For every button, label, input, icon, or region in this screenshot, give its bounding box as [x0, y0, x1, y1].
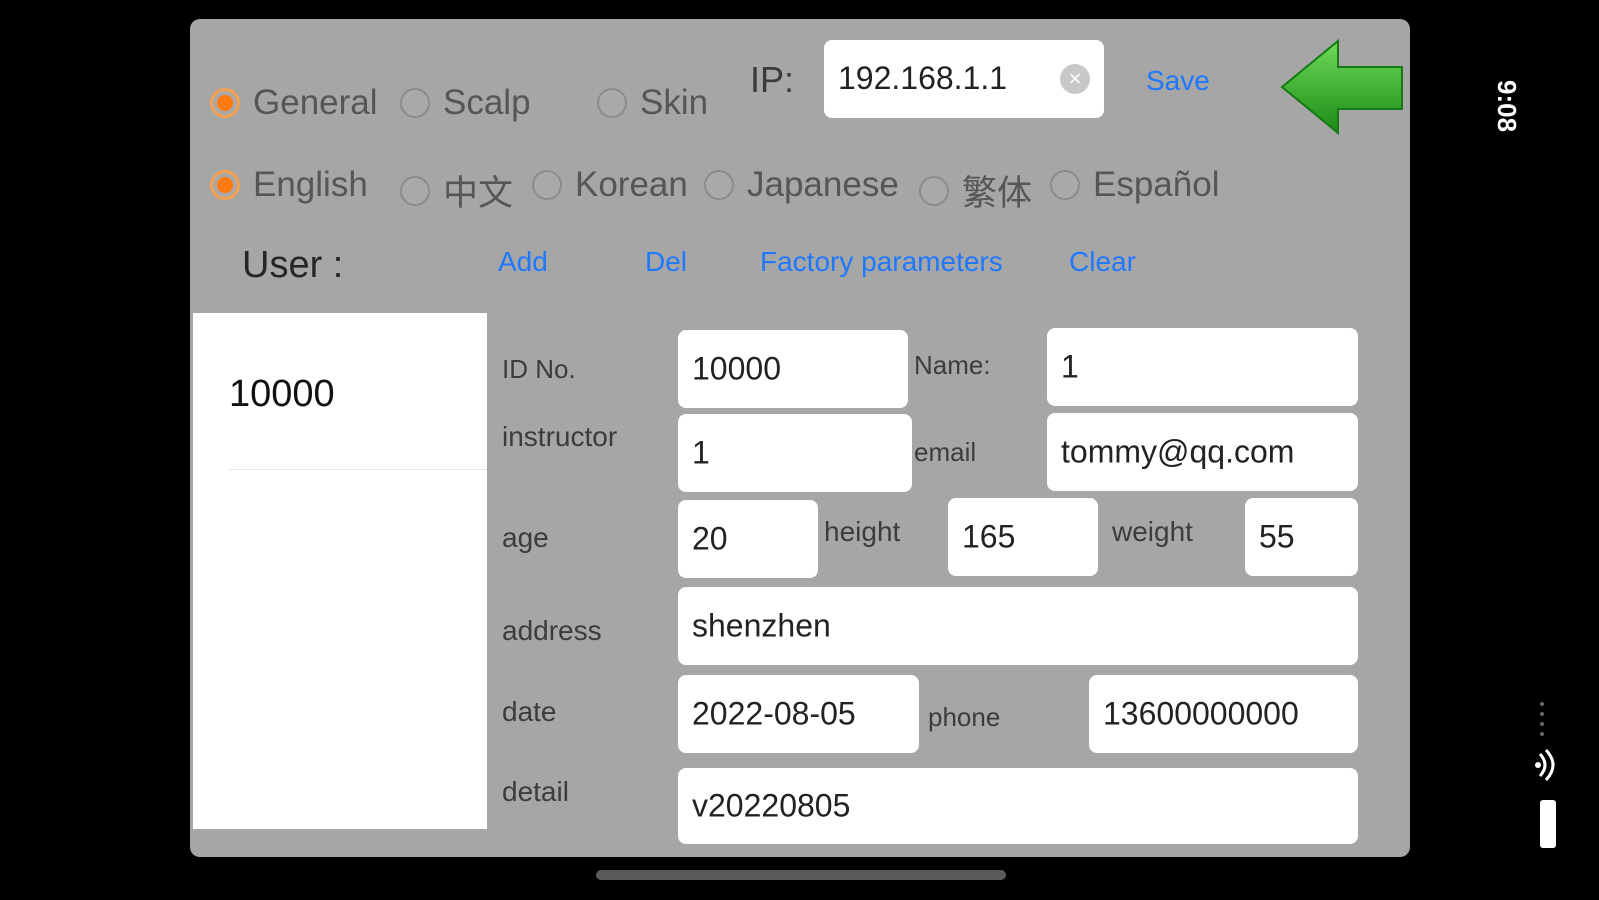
radio-dot — [597, 88, 627, 118]
radio-mode-scalp[interactable]: Scalp — [400, 83, 531, 123]
height-label: height — [824, 516, 901, 547]
address-label: address — [502, 615, 602, 646]
user-label: User : — [242, 244, 344, 286]
radio-label: Español — [1093, 165, 1220, 204]
name-field[interactable]: 1 — [1047, 328, 1358, 406]
battery-icon — [1540, 800, 1556, 848]
radio-label: General — [253, 83, 378, 122]
date-field[interactable]: 2022-08-05 — [678, 675, 919, 753]
ip-value: 192.168.1.1 — [838, 60, 1008, 96]
radio-dot — [210, 170, 240, 200]
height-value: 165 — [962, 518, 1016, 555]
radio-dot — [532, 170, 562, 200]
id-no-label: ID No. — [502, 354, 576, 384]
weight-value: 55 — [1259, 518, 1295, 555]
radio-mode-general[interactable]: General — [210, 83, 378, 123]
ip-input[interactable]: 192.168.1.1 × — [824, 40, 1104, 118]
name-value: 1 — [1061, 348, 1079, 385]
age-value: 20 — [692, 520, 728, 557]
date-label: date — [502, 696, 557, 727]
radio-lang-english[interactable]: English — [210, 165, 368, 205]
radio-dot — [919, 175, 949, 206]
radio-dot — [1050, 170, 1080, 200]
status-time: 9:08 — [1492, 80, 1522, 133]
delete-button[interactable]: Del — [645, 246, 687, 278]
user-list: 10000 — [193, 313, 487, 829]
add-button[interactable]: Add — [498, 246, 548, 278]
age-label: age — [502, 522, 549, 553]
home-indicator[interactable] — [596, 870, 1006, 880]
phone-value: 13600000000 — [1103, 695, 1299, 732]
factory-parameters-button[interactable]: Factory parameters — [760, 246, 1003, 278]
clear-input-icon[interactable]: × — [1060, 64, 1090, 94]
phone-label: phone — [928, 702, 1001, 732]
user-list-item[interactable]: 10000 — [229, 373, 335, 416]
radio-label: Skin — [640, 83, 709, 122]
radio-mode-skin[interactable]: Skin — [597, 83, 708, 123]
radio-label: Korean — [575, 165, 688, 204]
height-field[interactable]: 165 — [948, 498, 1098, 576]
weight-label: weight — [1112, 516, 1193, 547]
address-field[interactable]: shenzhen — [678, 587, 1358, 665]
list-divider — [229, 469, 487, 470]
id-no-value: 10000 — [692, 350, 781, 387]
clear-button[interactable]: Clear — [1069, 246, 1136, 278]
radio-lang-japanese[interactable]: Japanese — [704, 165, 899, 205]
address-value: shenzhen — [692, 607, 831, 644]
detail-label: detail — [502, 776, 569, 807]
phone-field[interactable]: 13600000000 — [1089, 675, 1358, 753]
email-field[interactable]: tommy@qq.com — [1047, 413, 1358, 491]
radio-label: English — [253, 165, 368, 204]
age-field[interactable]: 20 — [678, 500, 818, 578]
email-value: tommy@qq.com — [1061, 433, 1295, 470]
back-arrow-icon[interactable] — [1280, 39, 1404, 135]
radio-lang-chinese[interactable]: 中文 — [400, 165, 513, 216]
instructor-field[interactable]: 1 — [678, 414, 912, 492]
radio-label: Scalp — [443, 83, 531, 122]
radio-dot — [400, 175, 430, 206]
date-value: 2022-08-05 — [692, 695, 856, 732]
radio-label: Japanese — [747, 165, 899, 204]
radio-lang-spanish[interactable]: Español — [1050, 165, 1219, 205]
radio-label: 繁体 — [962, 174, 1033, 213]
radio-dot — [704, 170, 734, 200]
email-label: email — [914, 437, 977, 467]
radio-lang-korean[interactable]: Korean — [532, 165, 688, 205]
signal-dots-icon — [1540, 702, 1544, 736]
instructor-label: instructor — [502, 421, 618, 452]
settings-panel: General Scalp Skin IP: 192.168.1.1 × Sav… — [190, 19, 1410, 857]
radio-dot — [400, 88, 430, 118]
detail-value: v20220805 — [692, 787, 851, 824]
save-button[interactable]: Save — [1146, 65, 1210, 97]
radio-lang-traditional-chinese[interactable]: 繁体 — [919, 165, 1032, 216]
radio-dot — [210, 88, 240, 118]
wifi-icon — [1535, 748, 1555, 782]
weight-field[interactable]: 55 — [1245, 498, 1358, 576]
ip-label: IP: — [750, 59, 795, 100]
radio-label: 中文 — [443, 174, 514, 213]
id-no-field[interactable]: 10000 — [678, 330, 908, 408]
name-label: Name: — [914, 350, 991, 380]
detail-field[interactable]: v20220805 — [678, 768, 1358, 844]
instructor-value: 1 — [692, 434, 710, 471]
